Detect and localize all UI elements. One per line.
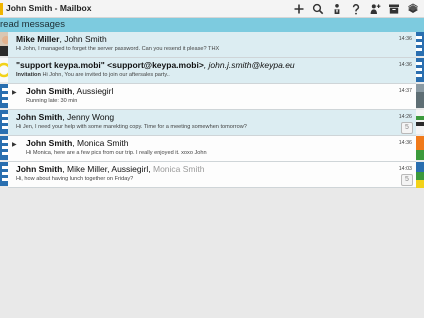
preview-text: Hi John, You are invited to join our aft…: [42, 72, 170, 78]
avatar-john-smith[interactable]: [0, 162, 8, 186]
message-row[interactable]: ▶ John Smith, Monica Smith Hi Monica, he…: [8, 136, 416, 162]
add-contact-icon[interactable]: [365, 0, 384, 18]
preview-text: Hi John, I managed to forget the server …: [16, 46, 220, 52]
sender-name: Monica Smith: [152, 164, 205, 174]
message-senders: Mike Miller, John Smith: [16, 34, 107, 44]
avatar-monica-smith[interactable]: [416, 136, 424, 160]
message-senders: John Smith, Jenny Wong: [16, 112, 114, 122]
sender-name: John Smith: [16, 164, 63, 174]
forwarded-icon: ▶: [12, 90, 17, 96]
message-senders: John Smith, Monica Smith: [26, 138, 129, 148]
avatar-john-smith[interactable]: [0, 84, 8, 108]
message-senders: "support keypa.mobi" <support@keypa.mobi…: [16, 60, 295, 70]
message-row[interactable]: ▶ John Smith, Aussiegirl Running late: 3…: [8, 84, 416, 110]
help-icon[interactable]: [346, 0, 365, 18]
sender-name: , john.j.smith@keypa.eu: [203, 60, 295, 70]
message-preview: Running late: 30 min: [26, 98, 77, 104]
sender-name: , Monica Smith: [72, 138, 129, 148]
contact-icon[interactable]: [327, 0, 346, 18]
avatar-john-smith[interactable]: [0, 110, 8, 134]
avatar-john-smith[interactable]: [0, 136, 8, 160]
sender-name: John Smith: [26, 138, 73, 148]
preview-text: Running late: 30 min: [26, 98, 78, 104]
message-senders: John Smith, Aussiegirl: [26, 86, 113, 96]
message-count-badge[interactable]: 5: [401, 174, 413, 186]
message-row[interactable]: ▶ John Smith, Jenny Wong Hi Jen, I need …: [8, 110, 416, 136]
archive-icon[interactable]: [384, 0, 403, 18]
message-time: 14:37: [398, 88, 412, 94]
sender-name: John Smith: [16, 112, 63, 122]
message-row[interactable]: ▶ John Smith, Mike Miller, Aussiegirl, M…: [8, 162, 416, 188]
message-preview: Hi Jen, I need your help with some marek…: [16, 124, 247, 130]
message-time: 14:36: [398, 36, 412, 42]
action-bar-buttons: [289, 0, 422, 18]
avatar-group[interactable]: [416, 162, 424, 188]
sender-name: "support keypa.mobi" <support@keypa.mobi…: [16, 60, 204, 70]
avatar-aussiegirl[interactable]: [416, 84, 424, 108]
right-avatar-strip: [416, 32, 424, 188]
message-preview: Invitation Hi John, You are invited to j…: [16, 72, 170, 78]
preview-text: Hi, how about having lunch together on F…: [16, 176, 134, 182]
sender-name: , Jenny Wong: [62, 112, 115, 122]
avatar-john-smith[interactable]: [416, 32, 424, 56]
stack-icon[interactable]: [403, 0, 422, 18]
avatar-keypa-support[interactable]: [0, 58, 8, 82]
message-senders: John Smith, Mike Miller, Aussiegirl, Mon…: [16, 164, 204, 174]
avatar-john-smith[interactable]: [416, 58, 424, 82]
action-bar: John Smith - Mailbox: [0, 0, 424, 18]
message-time: 14:36: [398, 62, 412, 68]
message-preview: Hi Monica, here are a few pics from our …: [26, 150, 207, 156]
message-time: 14:36: [398, 140, 412, 146]
preview-tag: Invitation: [16, 72, 41, 78]
preview-text: Hi Jen, I need your help with some marek…: [16, 124, 247, 130]
preview-text: Hi Monica, here are a few pics from our …: [26, 150, 207, 156]
app-icon[interactable]: [0, 3, 3, 15]
sender-name: Mike Miller: [16, 34, 60, 44]
section-title: read messages: [0, 19, 65, 30]
sender-name: John Smith: [26, 86, 73, 96]
compose-icon[interactable]: [289, 0, 308, 18]
window-title: John Smith - Mailbox: [6, 3, 92, 13]
sender-name: , John Smith: [59, 34, 107, 44]
avatar-jenny-wong[interactable]: [416, 110, 424, 134]
search-icon[interactable]: [308, 0, 327, 18]
section-header: read messages: [0, 18, 424, 32]
message-time: 14:26: [398, 114, 412, 120]
message-row[interactable]: ▶ Mike Miller, John Smith Hi John, I man…: [8, 32, 416, 58]
sender-name: , Aussiegirl: [72, 86, 114, 96]
sender-name: , Mike Miller, Aussiegirl,: [62, 164, 153, 174]
message-row[interactable]: ▶ "support keypa.mobi" <support@keypa.mo…: [8, 58, 416, 84]
bottom-bar: [0, 298, 424, 318]
message-count-badge[interactable]: 5: [401, 122, 413, 134]
forwarded-icon: ▶: [12, 142, 17, 148]
message-preview: Hi, how about having lunch together on F…: [16, 176, 133, 182]
message-time: 14:03: [398, 166, 412, 172]
message-preview: Hi John, I managed to forget the server …: [16, 46, 219, 52]
avatar-mike-miller[interactable]: [0, 32, 8, 56]
left-avatar-strip: [0, 32, 8, 188]
